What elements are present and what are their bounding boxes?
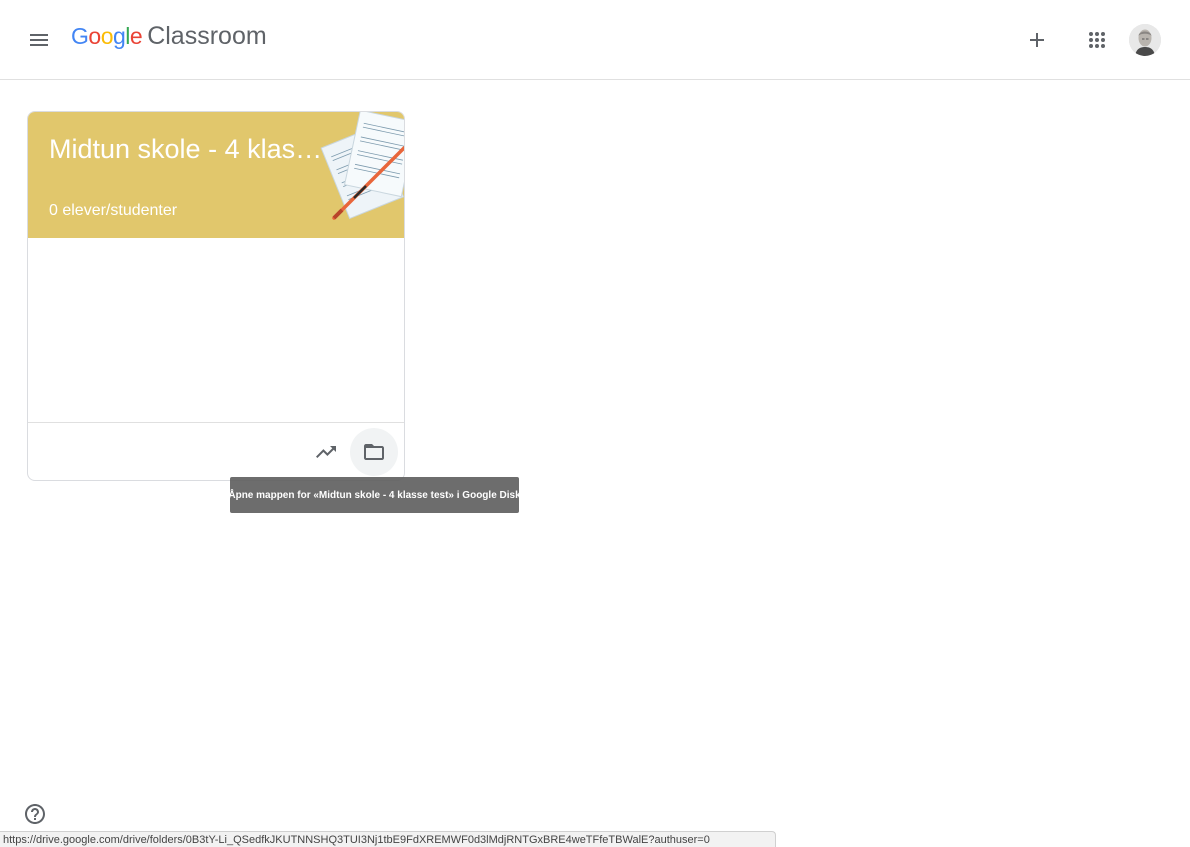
account-avatar[interactable] <box>1129 24 1161 56</box>
class-card-student-count: 0 elever/studenter <box>49 202 178 219</box>
open-drive-folder-button[interactable] <box>350 428 398 476</box>
user-avatar-icon <box>1129 24 1161 56</box>
open-gradebook-button[interactable] <box>302 428 350 476</box>
class-card-title-link[interactable]: Midtun skole - 4 klasse test <box>49 134 334 165</box>
top-app-bar: Google Classroom <box>0 0 1190 80</box>
help-circle-icon <box>25 804 45 824</box>
class-card-footer <box>28 422 404 480</box>
logo-letter: g <box>112 23 126 49</box>
google-classroom-logo[interactable]: Google Classroom <box>71 22 267 58</box>
create-or-join-class-button[interactable] <box>1013 16 1061 64</box>
folder-icon <box>364 444 384 460</box>
hamburger-menu-icon <box>30 34 48 46</box>
google-wordmark: Google <box>71 23 143 50</box>
main-menu-button[interactable] <box>15 16 63 64</box>
google-apps-button[interactable] <box>1073 16 1121 64</box>
folder-tooltip: Åpne mappen for «Midtun skole - 4 klasse… <box>228 477 521 513</box>
apps-grid-icon <box>1089 32 1105 48</box>
logo-letter: G <box>71 23 89 49</box>
logo-letter: o <box>100 23 114 49</box>
logo-letter: e <box>129 23 143 49</box>
plus-icon <box>1030 33 1044 47</box>
help-button[interactable] <box>15 794 55 834</box>
class-card-header: Midtun skole - 4 klasse test 0 elever/st… <box>28 112 404 238</box>
browser-status-url: https://drive.google.com/drive/folders/0… <box>0 831 776 847</box>
trending-up-icon <box>316 446 336 458</box>
class-card: Midtun skole - 4 klasse test 0 elever/st… <box>27 111 405 481</box>
logo-letter: o <box>88 23 101 49</box>
product-name: Classroom <box>147 22 267 50</box>
sheet-music-illustration <box>320 112 404 220</box>
